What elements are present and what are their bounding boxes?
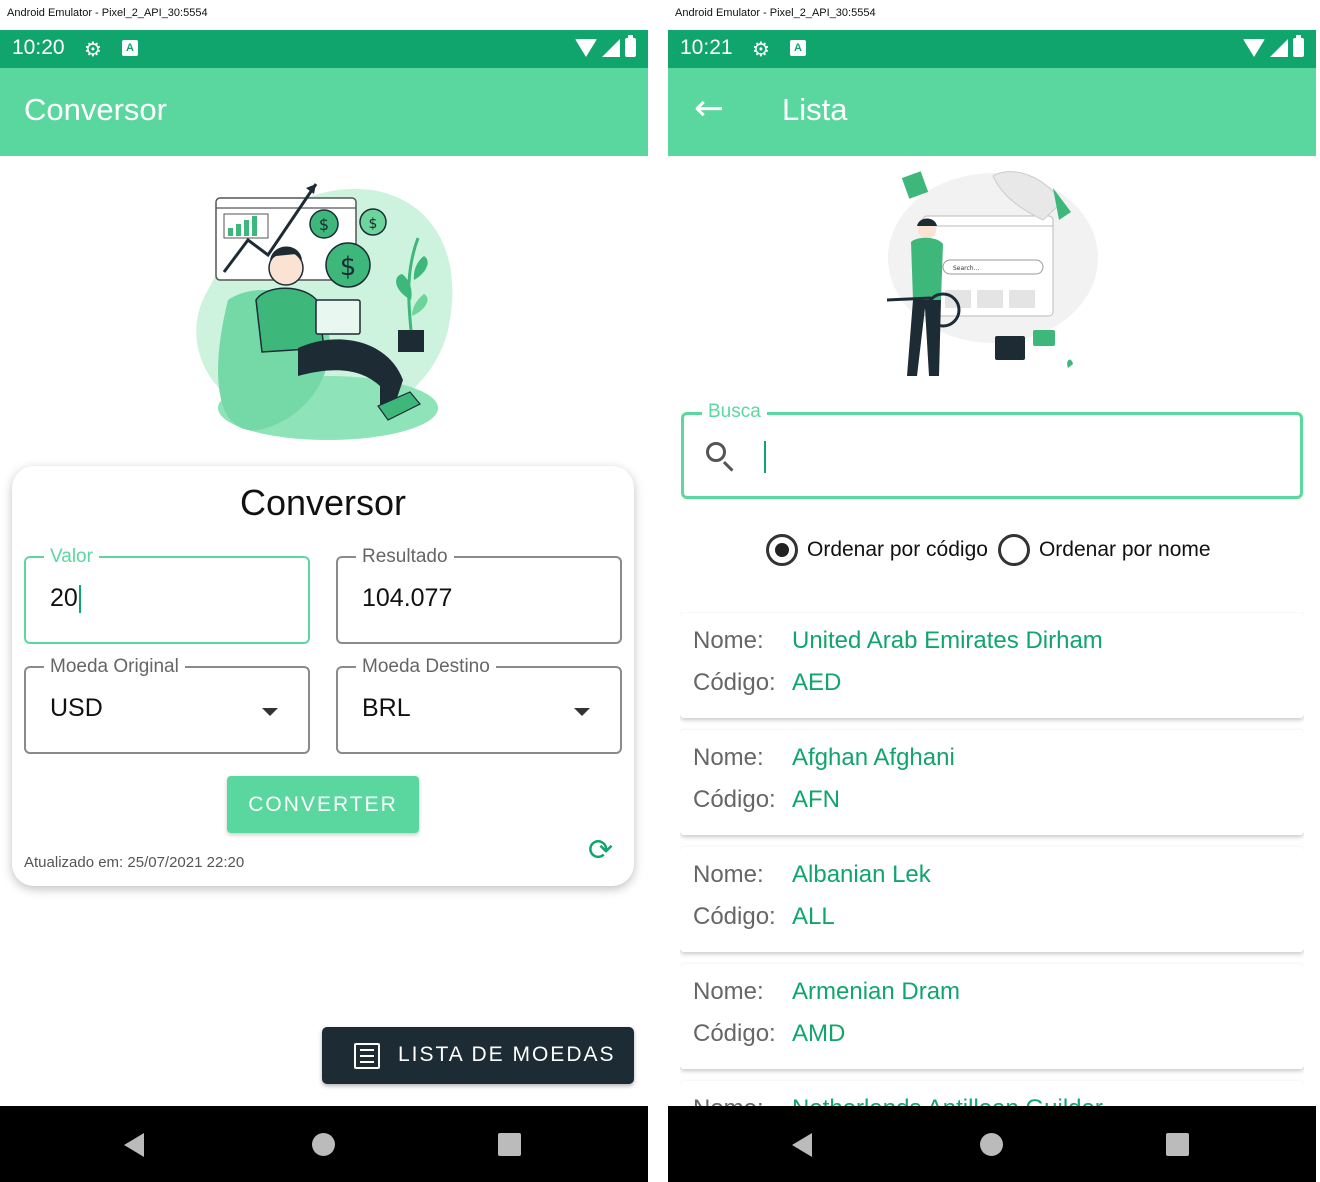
battery-icon <box>1293 35 1304 57</box>
window-title: Android Emulator - Pixel_2_API_30:5554 <box>0 0 648 30</box>
arrow-back-icon[interactable]: ← <box>694 88 724 129</box>
lista-de-moedas-button[interactable]: LISTA DE MOEDAS <box>322 1027 634 1084</box>
valor-value: 20 <box>50 584 81 614</box>
app-bar: Conversor <box>0 68 648 156</box>
resultado-label: Resultado <box>356 546 454 568</box>
resultado-field[interactable]: Resultado 104.077 <box>336 546 622 644</box>
moeda-destino-value: BRL <box>362 694 411 722</box>
lista-de-moedas-label: LISTA DE MOEDAS <box>398 1043 616 1066</box>
svg-text:$: $ <box>340 252 357 282</box>
window-title: Android Emulator - Pixel_2_API_30:5554 <box>668 0 1316 30</box>
search-icon <box>706 442 726 462</box>
android-nav-bar <box>668 1106 1316 1182</box>
page-title: Conversor <box>24 92 167 127</box>
page-title: Lista <box>782 92 848 127</box>
moeda-destino-select[interactable]: Moeda Destino BRL <box>336 656 622 754</box>
recents-square-icon[interactable] <box>1166 1133 1189 1156</box>
text-caret <box>78 585 81 614</box>
currency-name: Afghan Afghani <box>792 744 955 771</box>
search-illustration: Search... <box>886 171 1098 376</box>
name-label: Nome: <box>693 627 764 654</box>
status-time: 10:20 <box>12 36 65 59</box>
moeda-original-value: USD <box>50 694 103 722</box>
name-label: Nome: <box>693 1095 764 1106</box>
currency-name: United Arab Emirates Dirham <box>792 627 1103 654</box>
android-nav-bar <box>0 1106 648 1182</box>
list-item[interactable]: Nome: Albanian Lek Código: ALL <box>680 847 1304 952</box>
moeda-original-select[interactable]: Moeda Original USD <box>24 656 310 754</box>
search-input[interactable]: Busca <box>681 401 1303 499</box>
recents-square-icon[interactable] <box>498 1133 521 1156</box>
chevron-down-icon[interactable] <box>574 708 590 716</box>
code-label: Código: <box>693 1020 776 1047</box>
home-circle-icon[interactable] <box>312 1133 335 1156</box>
svg-text:Search...: Search... <box>953 265 979 272</box>
gear-icon: ⚙ <box>752 37 770 61</box>
sort-by-name-label[interactable]: Ordenar por nome <box>1039 538 1211 562</box>
list-item[interactable]: Nome: Armenian Dram Código: AMD <box>680 964 1304 1069</box>
name-label: Nome: <box>693 744 764 771</box>
svg-text:$: $ <box>319 215 329 234</box>
status-icons <box>575 35 636 57</box>
chevron-down-icon[interactable] <box>262 708 278 716</box>
status-icons <box>1243 35 1304 57</box>
list-item[interactable]: Nome: Netherlands Antillean Guilder Códi… <box>680 1081 1304 1106</box>
resultado-value: 104.077 <box>362 584 453 612</box>
sort-by-code-label[interactable]: Ordenar por código <box>807 538 988 562</box>
status-time: 10:21 <box>680 36 733 59</box>
signal-icon <box>1270 38 1288 57</box>
moeda-destino-label: Moeda Destino <box>356 656 496 678</box>
status-bar: 10:21 ⚙ A <box>668 30 1316 68</box>
wifi-icon <box>575 38 597 57</box>
currency-name: Albanian Lek <box>792 861 931 888</box>
gear-icon: ⚙ <box>84 37 102 61</box>
updated-timestamp: Atualizado em: 25/07/2021 22:20 <box>24 854 245 871</box>
card-title: Conversor <box>239 482 407 523</box>
finance-illustration: $ $ $ <box>196 183 453 440</box>
wifi-icon <box>1243 38 1265 57</box>
back-triangle-icon[interactable] <box>792 1133 812 1157</box>
battery-icon <box>625 35 636 57</box>
converter-button[interactable]: CONVERTER <box>227 776 419 833</box>
name-label: Nome: <box>693 861 764 888</box>
search-label: Busca <box>702 401 767 423</box>
list-item[interactable]: Nome: United Arab Emirates Dirham Código… <box>680 613 1304 718</box>
sort-by-name-radio[interactable] <box>997 534 1030 566</box>
currency-code: AFN <box>792 786 840 813</box>
emulator-window-converter: Android Emulator - Pixel_2_API_30:5554 1… <box>0 0 648 1182</box>
svg-text:$: $ <box>369 216 378 232</box>
currency-code: ALL <box>792 903 835 930</box>
code-label: Código: <box>693 786 776 813</box>
name-label: Nome: <box>693 978 764 1005</box>
code-label: Código: <box>693 669 776 696</box>
code-label: Código: <box>693 903 776 930</box>
moeda-original-label: Moeda Original <box>44 656 185 678</box>
list-icon <box>354 1043 380 1069</box>
currency-name: Armenian Dram <box>792 978 961 1005</box>
currency-list[interactable]: Nome: United Arab Emirates Dirham Código… <box>680 612 1304 1106</box>
app-bar: ← Lista <box>668 68 1316 156</box>
signal-icon <box>602 38 620 57</box>
emulator-window-list: Android Emulator - Pixel_2_API_30:5554 1… <box>668 0 1316 1182</box>
currency-code: AED <box>792 669 842 696</box>
currency-code: AMD <box>792 1020 846 1047</box>
notification-a-icon: A <box>122 40 138 56</box>
status-bar: 10:20 ⚙ A <box>0 30 648 68</box>
currency-name: Netherlands Antillean Guilder <box>792 1095 1103 1106</box>
valor-label: Valor <box>44 546 99 568</box>
home-circle-icon[interactable] <box>980 1133 1003 1156</box>
text-caret <box>764 441 766 473</box>
valor-input[interactable]: Valor 20 <box>24 546 310 644</box>
sort-radio-group: Ordenar por código Ordenar por nome <box>766 534 1221 566</box>
refresh-icon[interactable]: ⟳ <box>588 836 613 866</box>
converter-card: Conversor Valor 20 Resultado 104.077 Moe… <box>12 466 634 886</box>
valor-text: 20 <box>50 584 78 612</box>
sort-by-code-radio[interactable] <box>766 534 798 566</box>
notification-a-icon: A <box>790 40 806 56</box>
back-triangle-icon[interactable] <box>124 1133 144 1157</box>
list-item[interactable]: Nome: Afghan Afghani Código: AFN <box>680 730 1304 835</box>
